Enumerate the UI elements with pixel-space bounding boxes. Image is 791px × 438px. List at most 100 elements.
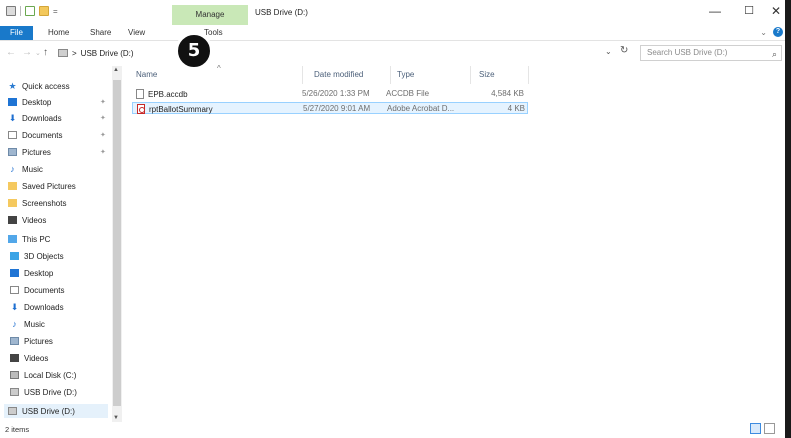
nav-desktop-pinned[interactable]: Desktop: [8, 95, 51, 109]
nav-downloads-pinned[interactable]: ⬇ Downloads: [8, 111, 62, 125]
documents-icon: [10, 286, 19, 294]
column-header-name[interactable]: Name: [136, 70, 157, 79]
pin-icon: ✦: [100, 149, 106, 156]
nav-music[interactable]: ♪ Music: [10, 317, 45, 331]
refresh-icon[interactable]: ↻: [620, 45, 628, 56]
nav-screenshots[interactable]: Screenshots: [8, 196, 66, 210]
details-view-icon[interactable]: [750, 423, 761, 434]
up-button[interactable]: ↑: [43, 47, 48, 58]
title-bar: = Manage USB Drive (D:) — ☐ ✕: [0, 0, 791, 25]
navigation-pane: ★ Quick access Desktop ✦ ⬇ Downloads ✦ D…: [0, 66, 120, 422]
customize-toolbar-icon[interactable]: =: [53, 7, 58, 16]
column-header-date[interactable]: Date modified: [314, 70, 363, 79]
column-divider[interactable]: [528, 66, 529, 84]
file-row[interactable]: EPB.accdb 5/26/2020 1:33 PM ACCDB File 4…: [132, 88, 528, 100]
nav-label: Downloads: [22, 113, 62, 123]
drive-icon[interactable]: [6, 6, 16, 16]
scroll-down-icon[interactable]: ▼: [113, 415, 119, 421]
pictures-icon: [8, 148, 17, 156]
new-folder-icon[interactable]: [39, 6, 49, 16]
nav-saved-pictures[interactable]: Saved Pictures: [8, 179, 76, 193]
nav-label: Quick access: [22, 81, 70, 91]
tab-file[interactable]: File: [0, 26, 33, 40]
expand-ribbon-icon[interactable]: ⌄: [760, 28, 767, 37]
tab-view[interactable]: View: [128, 26, 145, 40]
status-bar: 2 items: [0, 422, 791, 438]
nav-label: Downloads: [24, 302, 64, 312]
nav-music-quick[interactable]: ♪ Music: [8, 162, 43, 176]
large-icons-view-icon[interactable]: [764, 423, 775, 434]
column-divider[interactable]: [302, 66, 303, 84]
nav-desktop[interactable]: Desktop: [10, 266, 53, 280]
column-divider[interactable]: [390, 66, 391, 84]
recent-locations-icon[interactable]: ⌄: [35, 49, 41, 57]
nav-videos[interactable]: Videos: [10, 351, 48, 365]
usb-drive-icon: [10, 388, 19, 396]
forward-button[interactable]: →: [22, 47, 32, 58]
nav-3d-objects[interactable]: 3D Objects: [10, 249, 64, 263]
nav-label: This PC: [22, 234, 51, 244]
file-name: rptBallotSummary: [149, 104, 213, 114]
breadcrumb-separator[interactable]: >: [72, 49, 77, 58]
address-dropdown-icon[interactable]: ⌄: [605, 47, 612, 56]
maximize-button[interactable]: ☐: [734, 4, 764, 18]
breadcrumb-location[interactable]: USB Drive (D:): [81, 49, 134, 58]
nav-quick-access[interactable]: ★ Quick access: [8, 79, 70, 93]
ribbon-controls: ⌄ ?: [760, 27, 783, 37]
nav-label: Local Disk (C:): [24, 370, 77, 380]
nav-pictures-pinned[interactable]: Pictures: [8, 145, 51, 159]
nav-downloads[interactable]: ⬇ Downloads: [10, 300, 64, 314]
nav-local-disk[interactable]: Local Disk (C:): [10, 368, 76, 382]
column-divider[interactable]: [470, 66, 471, 84]
tab-home[interactable]: Home: [48, 26, 69, 40]
quick-access-toolbar: =: [6, 6, 58, 16]
view-toggle: [750, 423, 775, 434]
file-name-cell: rptBallotSummary: [137, 104, 213, 114]
file-size: 4 KB: [507, 104, 525, 113]
download-icon: ⬇: [8, 113, 17, 123]
back-button[interactable]: ←: [6, 47, 16, 58]
file-type: Adobe Acrobat D...: [387, 104, 455, 113]
nav-usb-drive[interactable]: USB Drive (D:): [10, 385, 77, 399]
pictures-icon: [10, 337, 19, 345]
pin-icon: ✦: [100, 115, 106, 122]
usb-drive-icon: [58, 49, 68, 57]
desktop-icon: [10, 269, 19, 277]
navigation-scrollbar[interactable]: ▲ ▼: [112, 66, 122, 422]
file-icon: [136, 89, 144, 99]
help-icon[interactable]: ?: [773, 27, 783, 37]
column-header-size[interactable]: Size: [479, 70, 495, 79]
music-icon: ♪: [10, 164, 15, 174]
3d-objects-icon: [10, 252, 19, 260]
nav-usb-drive-root[interactable]: USB Drive (D:): [4, 404, 108, 418]
step-number-badge: 5: [175, 32, 213, 70]
tab-share[interactable]: Share: [90, 26, 111, 40]
nav-documents-pinned[interactable]: Documents: [8, 128, 62, 142]
window-title: USB Drive (D:): [255, 8, 308, 17]
item-count: 2 items: [5, 425, 30, 434]
file-name-cell: EPB.accdb: [136, 89, 188, 99]
file-row-selected[interactable]: rptBallotSummary 5/27/2020 9:01 AM Adobe…: [132, 102, 528, 114]
download-icon: ⬇: [10, 302, 19, 312]
nav-videos-quick[interactable]: Videos: [8, 213, 46, 227]
search-icon[interactable]: ⌕: [772, 47, 777, 61]
file-date: 5/26/2020 1:33 PM: [302, 89, 370, 98]
nav-this-pc[interactable]: This PC: [8, 232, 50, 246]
column-header-type[interactable]: Type: [397, 70, 414, 79]
properties-icon[interactable]: [25, 6, 35, 16]
address-field[interactable]: > USB Drive (D:): [58, 45, 628, 61]
scrollbar-thumb[interactable]: [113, 80, 121, 406]
search-input[interactable]: Search USB Drive (D:) ⌕: [640, 45, 782, 61]
videos-icon: [8, 216, 17, 224]
nav-label: 3D Objects: [24, 251, 64, 261]
minimize-button[interactable]: —: [700, 4, 730, 18]
manage-tab[interactable]: Manage: [172, 5, 248, 25]
pdf-icon: [137, 104, 145, 114]
nav-label: Pictures: [24, 336, 53, 346]
window-edge: [785, 0, 791, 438]
nav-pictures[interactable]: Pictures: [10, 334, 53, 348]
scroll-up-icon[interactable]: ▲: [113, 67, 119, 73]
nav-documents[interactable]: Documents: [10, 283, 64, 297]
file-name: EPB.accdb: [148, 89, 188, 99]
sort-ascending-icon: ^: [217, 64, 221, 73]
